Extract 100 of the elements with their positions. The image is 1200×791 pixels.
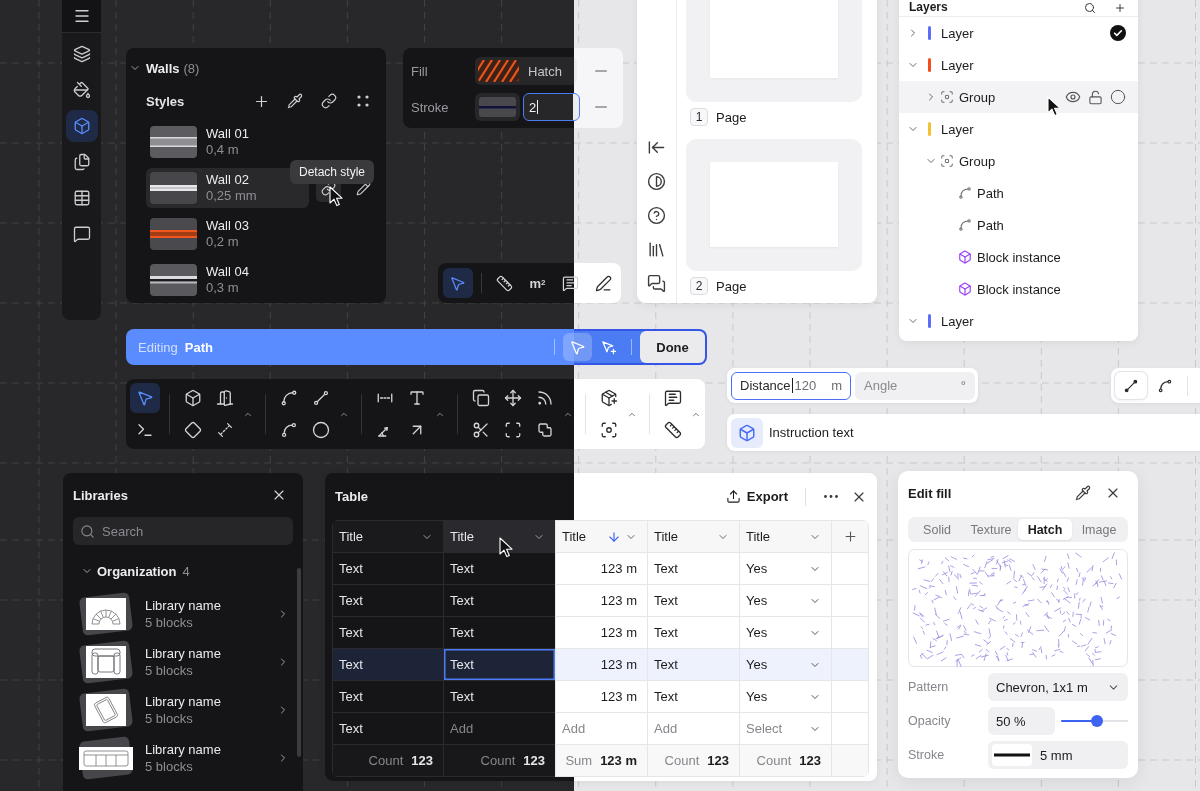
panel-title: Walls [146, 60, 180, 76]
frame-corners-icon [504, 421, 522, 439]
cube-icon [958, 250, 972, 264]
fill-tab[interactable]: Image [1072, 519, 1126, 540]
column-header[interactable]: Title [556, 521, 647, 552]
item-count: 4 [182, 563, 190, 579]
search-icon [80, 523, 95, 539]
path-item[interactable]: Path [899, 177, 1138, 209]
select-cell[interactable]: Select [740, 713, 831, 744]
block-item[interactable]: Block instance [899, 241, 1138, 273]
hatch-swatch-icon [478, 60, 519, 82]
library-item[interactable]: Library name 5 blocks [73, 640, 293, 684]
stroke-field[interactable]: 5 mm [988, 741, 1128, 769]
layer-item[interactable]: Layer [899, 49, 1138, 81]
mode-label: Editing [138, 339, 178, 355]
column-header[interactable]: Title [740, 521, 831, 552]
plus-icon[interactable] [1114, 2, 1126, 14]
block-item[interactable]: Block instance [899, 273, 1138, 305]
table-cell: Text [444, 553, 555, 584]
comment-icon [561, 274, 579, 292]
fill-field[interactable]: Hatch [475, 57, 577, 85]
select-cell[interactable]: Yes [740, 553, 831, 584]
opacity-input[interactable]: 50 % [988, 707, 1055, 735]
layer-item[interactable]: Layer [899, 113, 1138, 145]
terminal-icon [136, 421, 154, 439]
circle-icon[interactable] [1110, 89, 1126, 105]
upload-icon [725, 489, 741, 504]
diamond-icon [184, 421, 202, 439]
menu-button[interactable] [62, 0, 101, 33]
table-icon [72, 189, 91, 207]
property-label: Stroke [411, 99, 450, 115]
union-icon [536, 421, 554, 439]
unlock-icon[interactable] [1088, 89, 1103, 105]
panel-title: Libraries [73, 487, 128, 503]
field-label: Pattern [908, 680, 950, 694]
cube-plus-icon [600, 389, 618, 407]
select-cell[interactable]: Yes [740, 585, 831, 616]
slider-thumb[interactable] [1091, 715, 1104, 727]
scroll-thumb[interactable] [297, 568, 301, 757]
check-circle-icon[interactable] [1110, 25, 1126, 41]
sofa-icon [78, 736, 134, 780]
copy-icon [472, 389, 490, 407]
search-field[interactable]: Search [73, 517, 293, 545]
plus-icon [842, 529, 858, 544]
select-cell[interactable]: Yes [740, 617, 831, 648]
layer-item[interactable]: Layer [899, 305, 1138, 337]
done-button[interactable]: Done [640, 331, 705, 363]
style-item[interactable]: Wall 03 0,2 m [146, 214, 309, 254]
eyedropper-icon [287, 93, 303, 109]
scissors-icon [472, 421, 490, 439]
layer-item[interactable]: Layer [899, 17, 1138, 49]
library-item[interactable]: Library name 5 blocks [73, 592, 293, 636]
summary-cell: Count 123 [740, 745, 831, 776]
export-button[interactable]: Export [723, 482, 790, 511]
library-item[interactable]: Library name 5 blocks [73, 688, 293, 732]
page-number: 2 [690, 277, 708, 295]
angle-field[interactable]: Angle ° [855, 371, 975, 400]
layers-icon [72, 45, 91, 63]
page-number: 1 [690, 108, 708, 126]
wall-swatch-icon [150, 126, 197, 158]
group-item[interactable]: Group [899, 145, 1138, 177]
table-cell: 123 m [556, 681, 647, 712]
contrast-icon [647, 171, 666, 191]
sidebar-button[interactable] [65, 110, 98, 142]
area-button[interactable]: m$^{2}$ [522, 268, 553, 298]
stroke-input[interactable]: 2 [523, 93, 580, 121]
search-icon[interactable] [1084, 2, 1096, 14]
table-cell: 123 m [556, 649, 647, 680]
pattern-select[interactable]: Chevron, 1x1 m [988, 673, 1128, 701]
table-cell: Text [648, 681, 739, 712]
select-cell[interactable]: Yes [740, 649, 831, 680]
edit-tool-button[interactable] [563, 333, 592, 361]
arc-icon [280, 421, 298, 439]
fill-tab[interactable]: Texture [964, 519, 1018, 540]
select-cell[interactable]: Yes [740, 681, 831, 712]
dashed-line-icon [216, 421, 234, 439]
table-cell: Text [444, 617, 555, 648]
table-cell: Add [648, 713, 739, 744]
section-title: Organization [97, 563, 177, 579]
eye-icon[interactable] [1065, 89, 1081, 105]
column-header[interactable]: Title [648, 521, 739, 552]
group-item[interactable]: Group [899, 81, 1138, 113]
files-icon [72, 153, 91, 171]
table-cell: Text [444, 585, 555, 616]
item-count: (8) [183, 60, 200, 76]
column-header[interactable]: Title [333, 521, 443, 552]
library-item[interactable]: Library name 5 blocks [73, 736, 293, 780]
eyedropper-icon[interactable] [1075, 485, 1091, 501]
fill-tab[interactable]: Hatch [1018, 519, 1072, 540]
distance-field[interactable]: Distance 120 m [731, 371, 851, 400]
style-item[interactable]: Wall 01 0,4 m [146, 122, 309, 162]
page-name: Page [716, 278, 747, 294]
pointer-icon [136, 389, 154, 407]
line-mode-button[interactable] [1115, 372, 1147, 399]
cube-icon [731, 417, 763, 448]
style-item[interactable]: Wall 04 0,3 m [146, 260, 309, 300]
fill-tab[interactable]: Solid [910, 519, 964, 540]
minus-icon [595, 106, 607, 108]
path-item[interactable]: Path [899, 209, 1138, 241]
wall-swatch-icon [150, 172, 197, 204]
